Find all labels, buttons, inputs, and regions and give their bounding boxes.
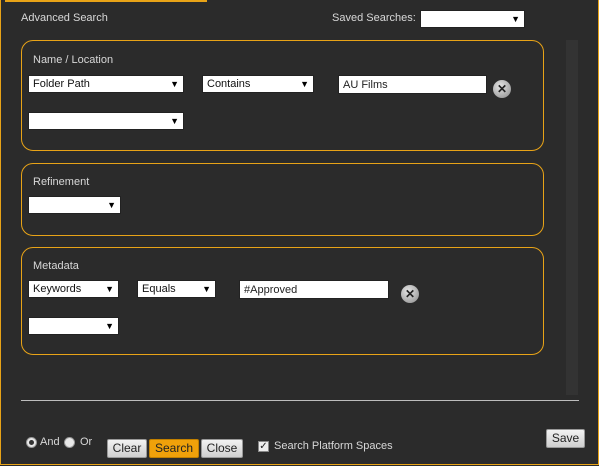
metadata-section bbox=[21, 247, 544, 355]
close-circle-icon[interactable]: ✕ bbox=[401, 285, 419, 303]
or-radio[interactable] bbox=[64, 437, 75, 448]
name-location-operator-select[interactable]: Contains ▼ bbox=[202, 75, 314, 93]
metadata-extra-select[interactable]: ▼ bbox=[28, 317, 119, 335]
panel-title: Advanced Search bbox=[21, 12, 108, 24]
scrollbar[interactable] bbox=[566, 40, 578, 395]
refinement-select[interactable]: ▼ bbox=[28, 196, 121, 214]
refinement-title: Refinement bbox=[33, 176, 90, 188]
clear-button[interactable]: Clear bbox=[107, 439, 147, 458]
and-label: And bbox=[40, 436, 60, 448]
saved-searches-select[interactable]: ▼ bbox=[420, 10, 525, 28]
chevron-down-icon: ▼ bbox=[107, 200, 116, 210]
metadata-value-input[interactable] bbox=[239, 280, 389, 299]
or-label: Or bbox=[80, 436, 93, 448]
chevron-down-icon: ▼ bbox=[105, 321, 114, 331]
platform-spaces-label: Search Platform Spaces bbox=[274, 440, 393, 452]
save-button[interactable]: Save bbox=[546, 429, 585, 448]
close-button[interactable]: Close bbox=[201, 439, 243, 458]
search-button[interactable]: Search bbox=[149, 439, 199, 458]
name-location-extra-select[interactable]: ▼ bbox=[28, 112, 184, 130]
chevron-down-icon: ▼ bbox=[511, 14, 520, 24]
chevron-down-icon: ▼ bbox=[170, 79, 179, 89]
chevron-down-icon: ▼ bbox=[105, 284, 114, 294]
advanced-search-panel: Advanced Search Saved Searches: ▼ Name /… bbox=[0, 0, 599, 465]
chevron-down-icon: ▼ bbox=[300, 79, 309, 89]
platform-spaces-checkbox[interactable]: ✓ bbox=[258, 441, 269, 452]
name-location-title: Name / Location bbox=[33, 54, 114, 66]
active-tab-indicator bbox=[5, 0, 207, 2]
metadata-operator-select[interactable]: Equals ▼ bbox=[137, 280, 216, 298]
saved-searches-label: Saved Searches: bbox=[332, 12, 416, 24]
name-location-value-input[interactable] bbox=[338, 75, 487, 94]
metadata-title: Metadata bbox=[33, 260, 79, 272]
chevron-down-icon: ▼ bbox=[202, 284, 211, 294]
chevron-down-icon: ▼ bbox=[170, 116, 179, 126]
divider bbox=[21, 400, 579, 401]
close-circle-icon[interactable]: ✕ bbox=[493, 80, 511, 98]
name-location-field-select[interactable]: Folder Path ▼ bbox=[28, 75, 184, 93]
checkmark-icon: ✓ bbox=[259, 441, 268, 452]
metadata-field-select[interactable]: Keywords ▼ bbox=[28, 280, 119, 298]
and-radio[interactable] bbox=[26, 437, 37, 448]
